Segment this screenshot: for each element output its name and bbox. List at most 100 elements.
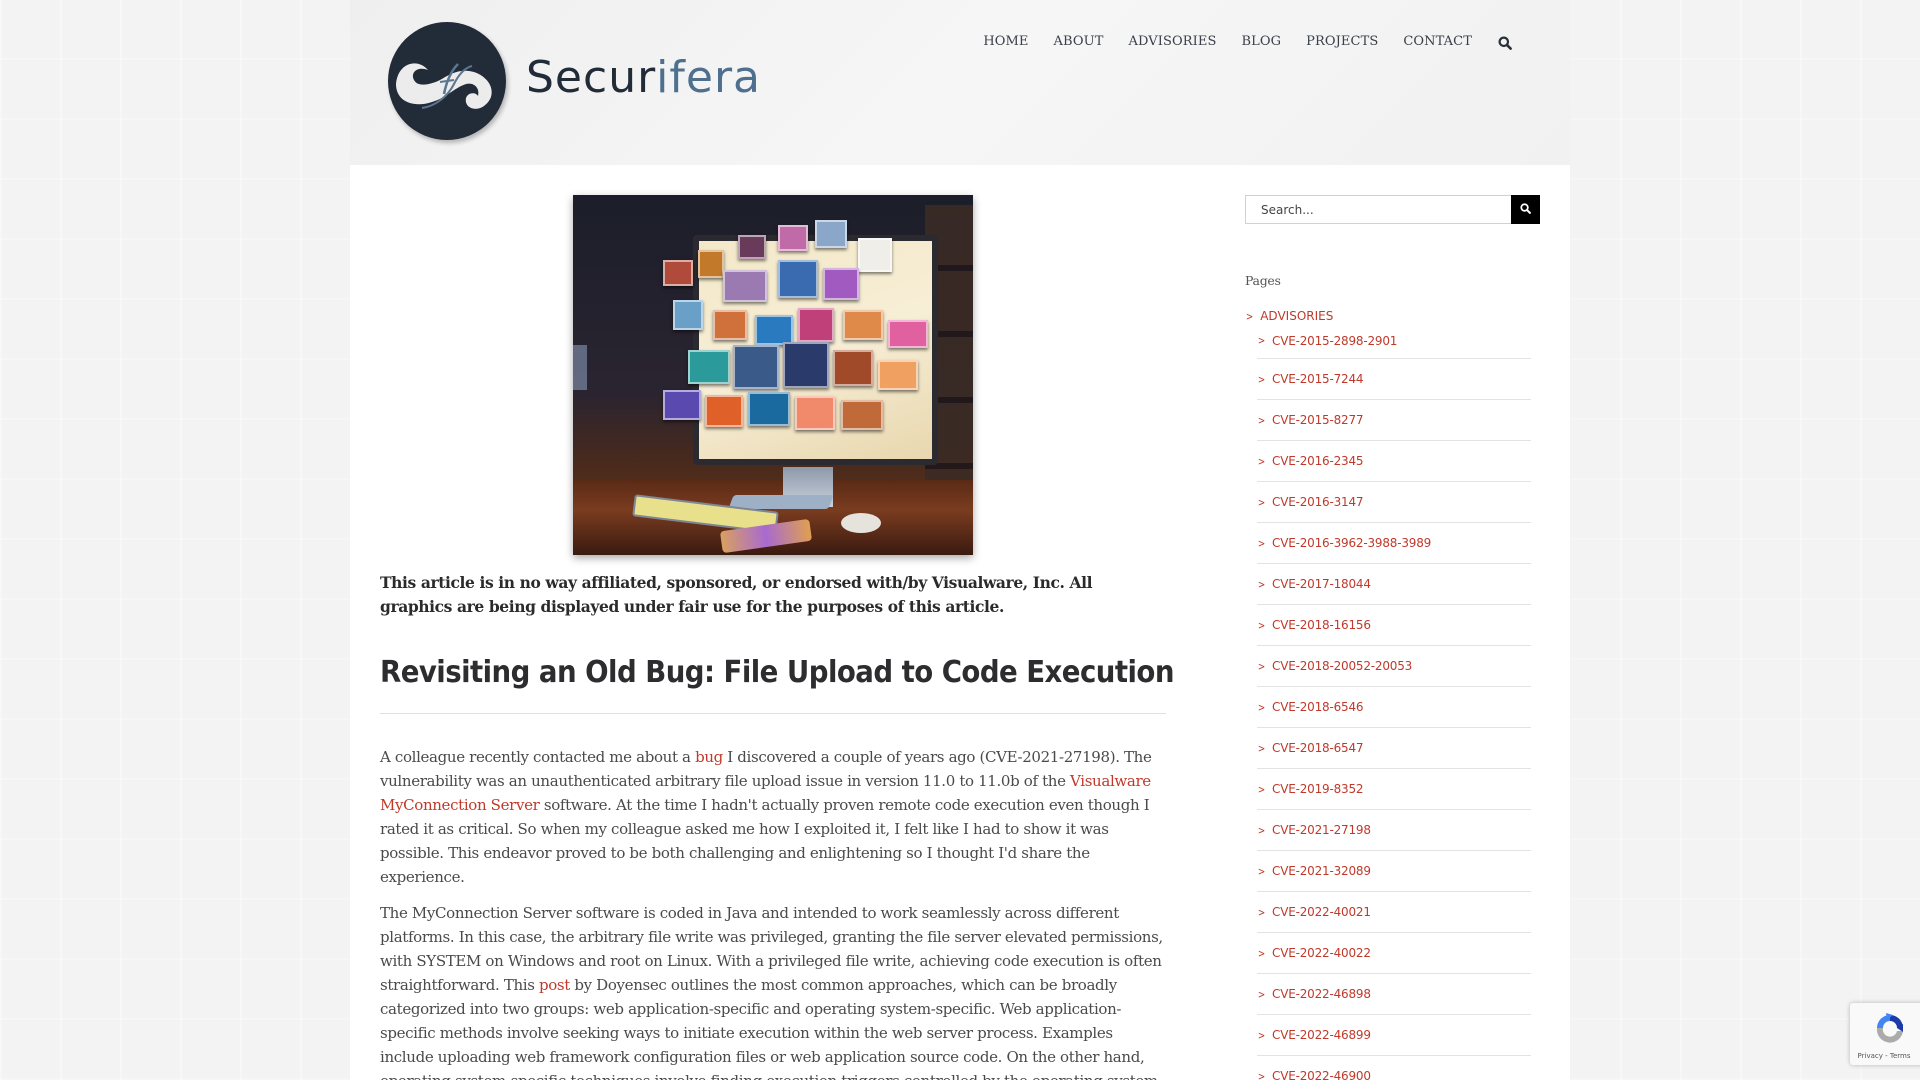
logo-text-accent: ifera bbox=[656, 52, 762, 103]
nav-item-home[interactable]: HOME bbox=[983, 34, 1028, 49]
nav-item-blog[interactable]: BLOG bbox=[1241, 34, 1281, 49]
hero-card bbox=[823, 268, 859, 300]
chevron-right-icon: > bbox=[1257, 1028, 1266, 1042]
hero-card bbox=[673, 300, 703, 330]
nav-item-contact[interactable]: CONTACT bbox=[1403, 34, 1472, 49]
hero-card bbox=[748, 392, 790, 426]
sidebar: Pages > ADVISORIES > CVE-2015-2898-2901 >… bbox=[1245, 195, 1545, 1080]
hero-window bbox=[573, 345, 587, 390]
advisory-link[interactable]: CVE-2016-2345 bbox=[1272, 454, 1364, 468]
advisory-link[interactable]: CVE-2015-7244 bbox=[1272, 372, 1364, 386]
advisory-link[interactable]: CVE-2022-46898 bbox=[1272, 987, 1371, 1001]
sidebar-item-label: ADVISORIES bbox=[1260, 309, 1334, 323]
advisory-item[interactable]: > CVE-2015-8277 bbox=[1257, 400, 1531, 441]
hero-card bbox=[733, 345, 779, 389]
advisory-item[interactable]: > CVE-2018-6547 bbox=[1257, 728, 1531, 769]
article-paragraph: The MyConnection Server software is code… bbox=[380, 901, 1166, 1080]
recaptcha-badge[interactable]: Privacy - Terms bbox=[1850, 1003, 1920, 1065]
advisory-link[interactable]: CVE-2022-46900 bbox=[1272, 1069, 1371, 1080]
advisory-item[interactable]: > CVE-2022-40021 bbox=[1257, 892, 1531, 933]
advisory-link[interactable]: CVE-2016-3147 bbox=[1272, 495, 1364, 509]
nav-item-projects[interactable]: PROJECTS bbox=[1306, 34, 1378, 49]
chevron-right-icon: > bbox=[1257, 987, 1266, 1001]
title-divider bbox=[380, 713, 1166, 714]
sidebar-item-advisories[interactable]: > ADVISORIES bbox=[1245, 309, 1545, 323]
advisory-item[interactable]: > CVE-2016-2345 bbox=[1257, 441, 1531, 482]
chevron-right-icon: > bbox=[1257, 700, 1266, 714]
bug-link[interactable]: bug bbox=[695, 748, 723, 766]
advisory-link[interactable]: CVE-2018-20052-20053 bbox=[1272, 659, 1412, 673]
main-nav: HOME ABOUT ADVISORIES BLOG PROJECTS CONT… bbox=[983, 34, 1512, 50]
advisory-item[interactable]: > CVE-2017-18044 bbox=[1257, 564, 1531, 605]
advisory-link[interactable]: CVE-2015-8277 bbox=[1272, 413, 1364, 427]
nav-item-advisories[interactable]: ADVISORIES bbox=[1128, 34, 1216, 49]
chevron-right-icon: > bbox=[1245, 309, 1254, 323]
hero-card bbox=[833, 350, 873, 386]
hero-card bbox=[778, 225, 808, 251]
logo-text-primary: Secur bbox=[526, 52, 657, 103]
hero-card bbox=[698, 250, 724, 278]
advisory-link[interactable]: CVE-2022-40022 bbox=[1272, 946, 1371, 960]
hero-image bbox=[573, 195, 973, 555]
advisory-list: > CVE-2015-2898-2901 > CVE-2015-7244 > CVE-… bbox=[1257, 323, 1531, 1080]
hero-card bbox=[888, 320, 928, 348]
recaptcha-privacy-terms[interactable]: Privacy - Terms bbox=[1858, 1052, 1911, 1060]
advisory-link[interactable]: CVE-2021-27198 bbox=[1272, 823, 1371, 837]
logo-text: Securifera bbox=[526, 56, 761, 100]
post-link[interactable]: post bbox=[539, 976, 570, 994]
advisory-link[interactable]: CVE-2016-3962-3988-3989 bbox=[1272, 536, 1431, 550]
chevron-right-icon: > bbox=[1257, 372, 1266, 386]
advisory-link[interactable]: CVE-2018-6546 bbox=[1272, 700, 1364, 714]
recaptcha-icon bbox=[1873, 1011, 1907, 1049]
hero-card bbox=[815, 220, 847, 248]
advisory-item[interactable]: > CVE-2015-2898-2901 bbox=[1257, 323, 1531, 359]
hero-card bbox=[755, 315, 793, 345]
hero-card bbox=[878, 360, 918, 390]
nav-item-about[interactable]: ABOUT bbox=[1054, 34, 1104, 49]
search-input[interactable] bbox=[1245, 195, 1511, 224]
hero-card bbox=[841, 400, 883, 430]
hero-card bbox=[688, 350, 730, 384]
paragraph-text: A colleague recently contacted me about … bbox=[380, 748, 696, 766]
advisory-link[interactable]: CVE-2018-6547 bbox=[1272, 741, 1364, 755]
advisory-item[interactable]: > CVE-2018-6546 bbox=[1257, 687, 1531, 728]
hero-card bbox=[783, 342, 829, 388]
advisory-link[interactable]: CVE-2022-46899 bbox=[1272, 1028, 1371, 1042]
advisory-link[interactable]: CVE-2021-32089 bbox=[1272, 864, 1371, 878]
advisory-item[interactable]: > CVE-2022-46900 bbox=[1257, 1056, 1531, 1080]
advisory-link[interactable]: CVE-2018-16156 bbox=[1272, 618, 1371, 632]
advisory-item[interactable]: > CVE-2018-16156 bbox=[1257, 605, 1531, 646]
search-button[interactable] bbox=[1511, 195, 1540, 224]
site-logo[interactable]: Securifera bbox=[388, 22, 761, 140]
chevron-right-icon: > bbox=[1257, 577, 1266, 591]
advisory-item[interactable]: > CVE-2021-32089 bbox=[1257, 851, 1531, 892]
advisory-link[interactable]: CVE-2015-2898-2901 bbox=[1272, 334, 1397, 348]
chevron-right-icon: > bbox=[1257, 495, 1266, 509]
hero-card bbox=[738, 235, 766, 259]
hero-card bbox=[705, 395, 743, 427]
article-paragraph: A colleague recently contacted me about … bbox=[380, 745, 1166, 889]
advisory-link[interactable]: CVE-2022-40021 bbox=[1272, 905, 1371, 919]
advisory-item[interactable]: > CVE-2022-46899 bbox=[1257, 1015, 1531, 1056]
chevron-right-icon: > bbox=[1257, 618, 1266, 632]
advisory-item[interactable]: > CVE-2021-27198 bbox=[1257, 810, 1531, 851]
search-icon[interactable] bbox=[1498, 35, 1512, 50]
advisory-item[interactable]: > CVE-2022-40022 bbox=[1257, 933, 1531, 974]
advisory-item[interactable]: > CVE-2019-8352 bbox=[1257, 769, 1531, 810]
advisory-item[interactable]: > CVE-2016-3147 bbox=[1257, 482, 1531, 523]
hero-card bbox=[798, 308, 834, 342]
hero-mouse bbox=[841, 513, 881, 533]
hero-card bbox=[663, 390, 701, 420]
advisory-item[interactable]: > CVE-2022-46898 bbox=[1257, 974, 1531, 1015]
hero-card bbox=[858, 238, 892, 272]
chevron-right-icon: > bbox=[1257, 823, 1266, 837]
chevron-right-icon: > bbox=[1257, 946, 1266, 960]
article-disclaimer: This article is in no way affiliated, sp… bbox=[380, 573, 1093, 616]
chevron-right-icon: > bbox=[1257, 536, 1266, 550]
advisory-item[interactable]: > CVE-2016-3962-3988-3989 bbox=[1257, 523, 1531, 564]
site-header: Securifera HOME ABOUT ADVISORIES BLOG PR… bbox=[350, 0, 1570, 165]
advisory-item[interactable]: > CVE-2015-7244 bbox=[1257, 359, 1531, 400]
advisory-link[interactable]: CVE-2019-8352 bbox=[1272, 782, 1364, 796]
advisory-link[interactable]: CVE-2017-18044 bbox=[1272, 577, 1371, 591]
advisory-item[interactable]: > CVE-2018-20052-20053 bbox=[1257, 646, 1531, 687]
